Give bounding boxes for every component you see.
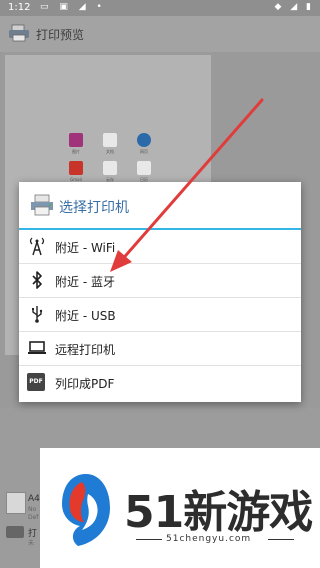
watermark-banner: 51新游戏 51chengyu.com bbox=[40, 448, 320, 568]
printer-option-label: 列印成PDF bbox=[55, 377, 115, 391]
paper-sub-label-2: Def bbox=[28, 514, 39, 521]
laptop-icon bbox=[28, 341, 46, 354]
select-printer-dialog: 选择打印机 附近 - WiFi 附近 - 蓝牙 附近 - USB 远程打印机 P… bbox=[19, 182, 301, 402]
usb-icon bbox=[32, 306, 43, 323]
preview-tile-1 bbox=[103, 133, 117, 147]
pdf-icon: PDF bbox=[27, 373, 45, 391]
divider bbox=[136, 539, 162, 540]
printer-option-label: 远程打印机 bbox=[55, 343, 116, 357]
printer-option-wifi[interactable]: 附近 - WiFi bbox=[19, 230, 301, 264]
printer-icon bbox=[31, 194, 53, 216]
preview-tile-3 bbox=[69, 161, 83, 175]
app-bar: 打印预览 bbox=[0, 16, 320, 52]
dialog-header: 选择打印机 bbox=[19, 182, 301, 230]
paper-sub-label: No bbox=[28, 506, 37, 513]
brand-name: 51新游戏 bbox=[124, 487, 313, 538]
preview-tile-label-0: 图片 bbox=[72, 149, 80, 154]
brand-url: 51chengyu.com bbox=[166, 534, 252, 544]
preview-tile-label-1: 文档 bbox=[106, 149, 114, 154]
bluetooth-icon bbox=[32, 271, 42, 289]
preview-tile-4 bbox=[103, 161, 117, 175]
printer-option-label: 附近 - USB bbox=[55, 309, 116, 323]
status-system-icons: ◆ ◢ ▮ bbox=[274, 2, 314, 12]
printer-icon bbox=[9, 24, 29, 42]
status-bar: 1:12 ▭ ▣ ◢ • ◆ ◢ ▮ bbox=[0, 0, 320, 16]
preview-tile-0 bbox=[69, 133, 83, 147]
printer-sub-label: 未 bbox=[28, 540, 35, 547]
page-title: 打印预览 bbox=[36, 28, 85, 42]
brand-logo bbox=[62, 474, 110, 546]
preview-tile-2 bbox=[137, 133, 151, 147]
printer-option-label: 附近 - WiFi bbox=[55, 241, 116, 255]
printer-option-label: 附近 - 蓝牙 bbox=[55, 275, 115, 289]
divider bbox=[268, 539, 294, 540]
printer-option-pdf[interactable]: PDF 列印成PDF bbox=[19, 366, 301, 399]
printer-small-icon bbox=[6, 526, 24, 538]
preview-tile-label-2: 网页 bbox=[140, 149, 148, 154]
printer-option-usb[interactable]: 附近 - USB bbox=[19, 298, 301, 332]
dialog-title: 选择打印机 bbox=[59, 200, 129, 216]
wifi-tower-icon bbox=[29, 237, 45, 256]
paper-size-label[interactable]: A4 bbox=[28, 494, 40, 504]
status-notification-icons: ▭ ▣ ◢ • bbox=[40, 2, 106, 12]
printer-option-remote[interactable]: 远程打印机 bbox=[19, 332, 301, 366]
status-time: 1:12 bbox=[8, 2, 31, 13]
printer-option-bluetooth[interactable]: 附近 - 蓝牙 bbox=[19, 264, 301, 298]
preview-tile-5 bbox=[137, 161, 151, 175]
paper-icon bbox=[6, 492, 26, 514]
